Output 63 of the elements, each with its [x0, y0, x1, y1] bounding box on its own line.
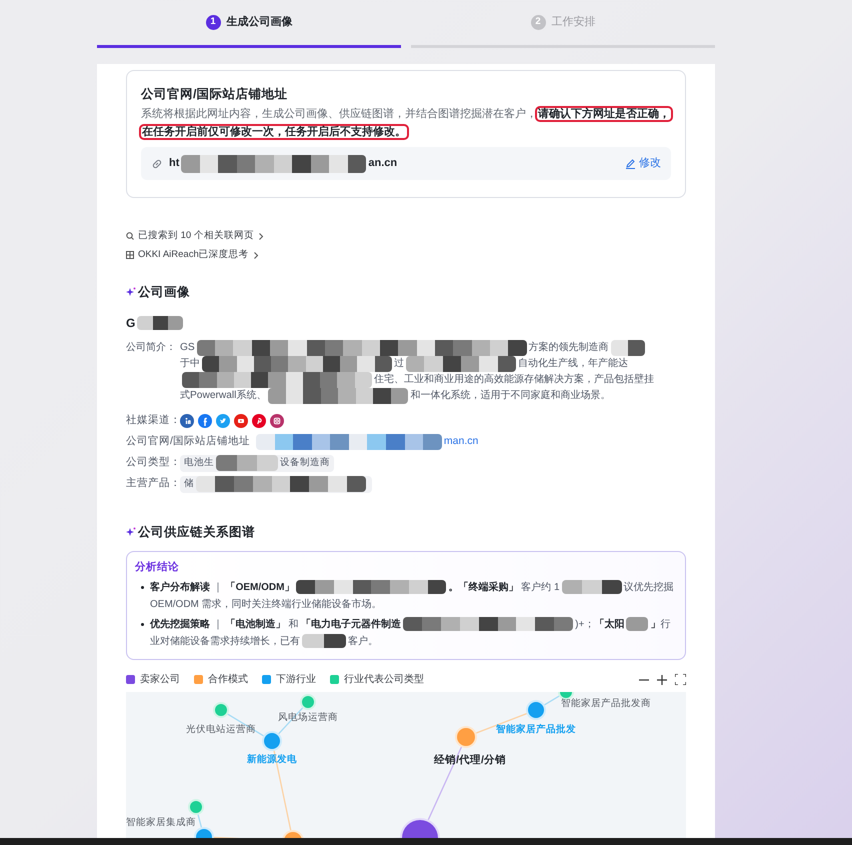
- legend-label: 下游行业: [276, 672, 316, 687]
- section-title: 公司供应链关系图谱: [138, 524, 255, 541]
- card-title: 公司官网/国际站店铺地址: [141, 86, 288, 103]
- graph-edge: [476, 712, 527, 734]
- url-field[interactable]: ht an.cn 修改: [141, 147, 671, 180]
- node-label: 新能源发电: [247, 754, 297, 764]
- social-media-icon[interactable]: [198, 414, 212, 428]
- chevron-icon: [252, 252, 259, 258]
- node-label: 风电场运营商: [278, 712, 338, 722]
- chevron-icon: [258, 232, 264, 240]
- social-media-icon[interactable]: [270, 414, 284, 428]
- graph-node[interactable]: [188, 798, 204, 814]
- bullet-icon: [141, 586, 144, 588]
- url-text: ht an.cn: [169, 154, 398, 172]
- social-media-icon[interactable]: [180, 414, 194, 428]
- expand-link[interactable]: OKKI AiReach已深度思考: [138, 248, 259, 262]
- social-media-icon[interactable]: [252, 414, 266, 428]
- analysis-point: 客户分布解读 ｜ 「OEM/ODM」 。「终端采购」 客户约 1 议优先挖掘 OEM/ODM 需求，同时关注终端行业储能设备市场。: [150, 578, 675, 612]
- fullscreen-icon[interactable]: [675, 674, 686, 685]
- field-label: 社媒渠道：: [126, 412, 180, 428]
- graph-node[interactable]: [558, 692, 574, 700]
- graph-node[interactable]: [262, 730, 282, 750]
- edit-link[interactable]: 修改: [625, 155, 661, 172]
- grid-icon: [126, 251, 134, 259]
- graph-node[interactable]: [213, 702, 229, 718]
- field-label: 公司简介：: [126, 340, 177, 355]
- sparkle-icon: [126, 527, 136, 538]
- link-icon: [151, 158, 163, 170]
- node-label: 智能家居产品批发: [496, 724, 576, 734]
- social-media-icon[interactable]: [234, 414, 248, 428]
- section-title: 公司画像: [138, 284, 190, 301]
- tag: 电池生 设备制造商: [180, 454, 334, 472]
- node-label: 经销/代理/分销: [434, 754, 506, 766]
- legend-label: 行业代表公司类型: [344, 672, 424, 687]
- sparkle-icon: [126, 287, 136, 298]
- bullet-icon: [141, 622, 144, 626]
- field-label: 主营产品：: [126, 476, 180, 492]
- graph-edge: [197, 814, 202, 827]
- node-label: 智能家居产品批发商: [561, 698, 651, 708]
- company-intro: GS 方案的领先制造商 于中 过 自动化生产线，年产能达 住宅、工业和商业用途的高效能源存储解决方案，产品包括壁挂 式Powerwall系统、 和一体化系统，适用于不同家庭和商业场景。: [180, 340, 654, 404]
- expand-link[interactable]: 已搜索到 10 个相关联网页: [138, 228, 264, 244]
- analysis-point: 优先挖掘策略 ｜ 「电池制造」 和 「电力电子元器件制造 )+；「太阳 」行业对储能设备需求持续增长，已有 客户。: [150, 616, 672, 650]
- card-description: 系统将根据此网址内容，生成公司画像、供应链图谱，并结合图谱挖掘潜在客户，请确认下方网址是否正确，在任务开启前仅可修改一次，任务开启后不支持修改。: [141, 105, 671, 141]
- graph-node[interactable]: [455, 726, 477, 748]
- tag: 储: [180, 476, 372, 493]
- graph-edge: [544, 695, 560, 705]
- graph-node[interactable]: [526, 700, 546, 720]
- field-label: 公司类型：: [126, 455, 180, 470]
- graph-edge: [228, 713, 264, 736]
- legend-label: 卖家公司: [140, 672, 180, 687]
- search-icon: [126, 232, 134, 240]
- field-label: 公司官网/国际站店铺地址: [126, 434, 250, 449]
- legend-label: 合作模式: [208, 672, 248, 687]
- pencil-icon: [625, 158, 636, 169]
- node-label: 光伏电站运营商: [186, 724, 256, 734]
- zoom-in-icon[interactable]: [657, 674, 667, 684]
- step-tab[interactable]: 1 生成公司画像: [97, 0, 401, 48]
- company-name: G: [126, 314, 686, 332]
- website-link[interactable]: man.cn: [254, 434, 478, 450]
- analysis-title: 分析结论: [135, 560, 180, 574]
- node-label: 智能家居集成商: [126, 816, 196, 828]
- graph-node[interactable]: [300, 694, 316, 710]
- social-media-icon[interactable]: [216, 414, 230, 428]
